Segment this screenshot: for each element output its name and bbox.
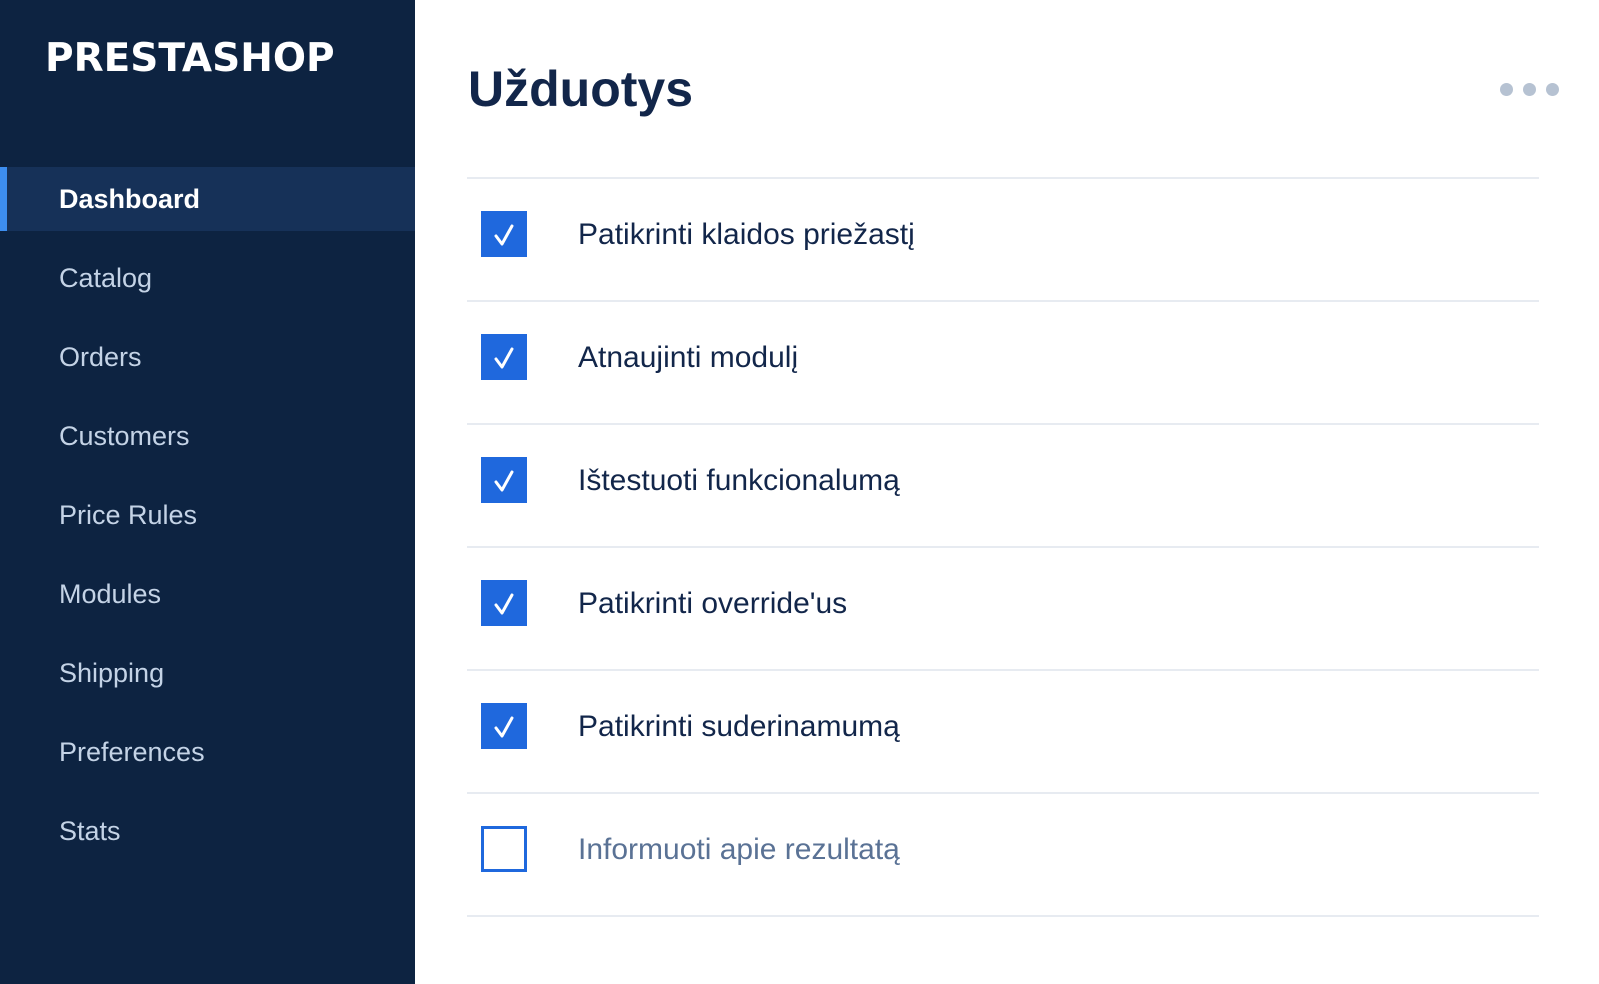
task-label: Informuoti apie rezultatą [578,833,900,866]
task-checkbox[interactable] [481,703,527,749]
sidebar-item-modules[interactable]: Modules [0,562,415,626]
task-label: Patikrinti suderinamumą [578,710,900,743]
sidebar: PRESTASHOP Dashboard Catalog Orders Cust… [0,0,415,984]
main-content: Užduotys Patikrinti klaidos priežastį At… [415,0,1599,984]
more-horizontal-icon[interactable] [1500,83,1559,96]
checkmark-icon [494,224,514,246]
task-label: Atnaujinti modulį [578,341,799,374]
checkmark-icon [494,716,514,738]
sidebar-item-catalog[interactable]: Catalog [0,246,415,310]
task-row: Patikrinti klaidos priežastį [467,179,1539,302]
sidebar-item-preferences[interactable]: Preferences [0,720,415,784]
task-checkbox[interactable] [481,334,527,380]
sidebar-item-customers[interactable]: Customers [0,404,415,468]
prestashop-logo[interactable]: PRESTASHOP [45,36,335,81]
task-label: Ištestuoti funkcionalumą [578,464,900,497]
task-checkbox[interactable] [481,457,527,503]
menu-dot [1500,83,1513,96]
sidebar-item-orders[interactable]: Orders [0,325,415,389]
sidebar-item-shipping[interactable]: Shipping [0,641,415,705]
task-row: Patikrinti override'us [467,548,1539,671]
task-label: Patikrinti override'us [578,587,848,620]
checkmark-icon [494,593,514,615]
page-title: Užduotys [468,61,693,117]
task-row: Ištestuoti funkcionalumą [467,425,1539,548]
task-row: Patikrinti suderinamumą [467,671,1539,794]
sidebar-item-stats[interactable]: Stats [0,799,415,863]
checkmark-icon [494,347,514,369]
sidebar-nav: Dashboard Catalog Orders Customers Price… [0,167,415,878]
checkmark-icon [494,470,514,492]
task-row: Informuoti apie rezultatą [467,794,1539,917]
sidebar-item-dashboard[interactable]: Dashboard [0,167,415,231]
task-checkbox[interactable] [481,211,527,257]
task-label: Patikrinti klaidos priežastį [578,218,915,251]
menu-dot [1523,83,1536,96]
app-root: PRESTASHOP Dashboard Catalog Orders Cust… [0,0,1599,984]
task-row: Atnaujinti modulį [467,302,1539,425]
menu-dot [1546,83,1559,96]
task-checkbox[interactable] [481,826,527,872]
task-list: Patikrinti klaidos priežastį Atnaujinti … [467,177,1539,917]
task-checkbox[interactable] [481,580,527,626]
sidebar-item-price-rules[interactable]: Price Rules [0,483,415,547]
